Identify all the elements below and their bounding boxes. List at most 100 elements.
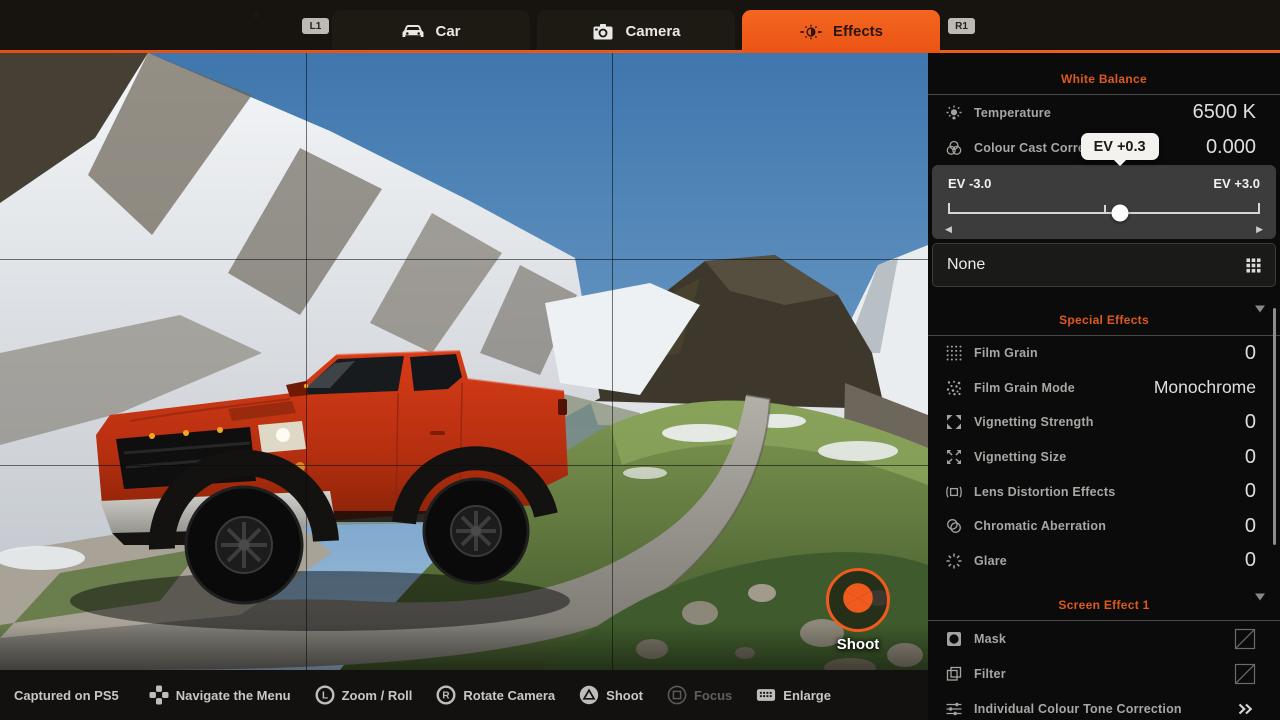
row-label: Filter — [974, 667, 1234, 681]
row-label: Glare — [974, 554, 1245, 568]
ev-max-label: EV +3.0 — [1213, 176, 1260, 191]
filter-icon — [944, 664, 964, 684]
hint-label: Navigate the Menu — [176, 688, 291, 703]
grid-line — [612, 53, 613, 670]
glare-icon — [944, 551, 964, 571]
effects-settings-panel: White Balance Temperature6500 KColour Ca… — [928, 53, 1280, 720]
white-balance-row-temperature[interactable]: Temperature6500 K — [928, 95, 1280, 130]
row-value: 0.000 — [1206, 136, 1256, 159]
tab-label: Effects — [833, 23, 883, 40]
ev-min-label: EV -3.0 — [948, 176, 991, 191]
touchpad-icon — [756, 685, 776, 705]
controller-hints: Navigate the Menu L Zoom / Roll RRotate Cam… — [149, 685, 831, 705]
special-effects-row-glare[interactable]: Glare0 — [928, 544, 1280, 579]
lens-distortion-icon — [944, 482, 964, 502]
row-value: 0 — [1245, 549, 1256, 572]
film-grain-icon — [944, 343, 964, 363]
row-label: Mask — [974, 632, 1234, 646]
scene-illustration — [0, 53, 928, 670]
captured-on-ps5-label: Captured on PS5 — [14, 688, 119, 703]
row-value: 6500 K — [1193, 101, 1256, 124]
collapse-caret-icon[interactable] — [1255, 305, 1265, 313]
panel-scrollbar[interactable] — [1273, 308, 1276, 545]
temperature-icon — [944, 103, 964, 123]
row-value: 0 — [1245, 411, 1256, 434]
row-label: Chromatic Aberration — [974, 519, 1245, 533]
ev-tick-max — [1258, 203, 1260, 214]
screen-effect-1-row-mask[interactable]: Mask — [928, 621, 1280, 656]
tone-correction-icon — [944, 699, 964, 719]
row-value: 0 — [1245, 342, 1256, 365]
screen-effect-1-row-individual-colour-tone-correction[interactable]: Individual Colour Tone Correction — [928, 691, 1280, 720]
section-title-special-effects: Special Effects — [1059, 313, 1149, 327]
row-label: Film Grain — [974, 346, 1245, 360]
grid-icon — [1246, 258, 1261, 273]
row-label: Temperature — [974, 106, 1193, 120]
ev-value-tooltip: EV +0.3 — [1081, 133, 1159, 160]
ev-decrease-arrow-icon[interactable]: ◀ — [945, 224, 952, 235]
hint-rotate-camera[interactable]: RRotate Camera — [436, 685, 555, 705]
row-label: Lens Distortion Effects — [974, 485, 1245, 499]
section-title-screen-effect-1: Screen Effect 1 — [1058, 598, 1149, 612]
section-screen-effect-1: Screen Effect 1 Mask Filter Individual Col… — [928, 578, 1280, 720]
triangle-button-icon — [579, 685, 599, 705]
hint-label: Shoot — [606, 688, 643, 703]
tab-car[interactable]: Car — [332, 10, 530, 53]
special-effects-row-chromatic-aberration[interactable]: Chromatic Aberration0 — [928, 509, 1280, 544]
special-effects-row-vignetting-size[interactable]: Vignetting Size0 — [928, 440, 1280, 475]
shoot-button[interactable] — [826, 568, 890, 632]
gt7-photo-mode-screen: L1 Car Camera Effects R1 — [0, 0, 1280, 720]
grid-line — [306, 53, 307, 670]
section-special-effects: Special Effects Film Grain0Film Grain Mo… — [928, 287, 1280, 578]
row-label: Individual Colour Tone Correction — [974, 702, 1234, 716]
chevrons-icon — [1234, 698, 1256, 720]
tab-label: Car — [435, 23, 460, 40]
l1-shoulder-badge: L1 — [302, 18, 329, 34]
tab-effects[interactable]: Effects — [742, 10, 940, 53]
ev-tick-min — [948, 203, 950, 214]
hint-label: Rotate Camera — [463, 688, 555, 703]
ev-tick-zero — [1104, 205, 1106, 214]
svg-text:L: L — [322, 691, 328, 702]
hint-label: Enlarge — [783, 688, 831, 703]
ev-increase-arrow-icon[interactable]: ▶ — [1256, 224, 1263, 235]
row-label: Vignetting Strength — [974, 415, 1245, 429]
row-value: 0 — [1245, 515, 1256, 538]
chromatic-aberration-icon — [944, 516, 964, 536]
section-white-balance: White Balance Temperature6500 KColour Ca… — [928, 53, 1280, 287]
hint-label: Zoom / Roll — [342, 688, 413, 703]
row-label: Film Grain Mode — [974, 381, 1154, 395]
grid-line — [0, 465, 928, 466]
special-effects-row-lens-distortion-effects[interactable]: Lens Distortion Effects0 — [928, 474, 1280, 509]
hint-zoom-roll[interactable]: L Zoom / Roll — [315, 685, 413, 705]
r1-shoulder-badge: R1 — [948, 18, 975, 34]
collapse-caret-icon[interactable] — [1255, 593, 1265, 601]
filter-preset-selector[interactable]: None — [932, 243, 1276, 287]
tab-label: Camera — [625, 23, 680, 40]
special-effects-row-film-grain-mode[interactable]: Film Grain ModeMonochrome — [928, 371, 1280, 406]
square-button-icon — [667, 685, 687, 705]
row-value: 0 — [1245, 446, 1256, 469]
grid-line — [0, 259, 928, 260]
camera-icon — [591, 22, 615, 42]
car-icon — [401, 22, 425, 42]
hint-enlarge[interactable]: Enlarge — [756, 685, 831, 705]
screen-effect-1-row-filter[interactable]: Filter — [928, 656, 1280, 691]
ev-value-text: EV +0.3 — [1094, 139, 1146, 155]
ev-slider-track[interactable] — [948, 212, 1260, 214]
tab-camera[interactable]: Camera — [537, 10, 735, 53]
hint-focus[interactable]: Focus — [667, 685, 732, 705]
colour-cast-icon — [944, 138, 964, 158]
hint-label: Focus — [694, 688, 732, 703]
row-value: Monochrome — [1154, 377, 1256, 398]
special-effects-row-film-grain[interactable]: Film Grain0 — [928, 336, 1280, 371]
ev-exposure-slider[interactable]: EV -3.0 EV +3.0 ◀ ▶ — [932, 165, 1276, 239]
top-tab-bar: L1 Car Camera Effects R1 — [0, 0, 1280, 53]
hint-shoot[interactable]: Shoot — [579, 685, 643, 705]
photo-viewport: Shoot — [0, 53, 928, 670]
special-effects-row-vignetting-strength[interactable]: Vignetting Strength0 — [928, 405, 1280, 440]
controller-hint-bar: Captured on PS5 Navigate the Menu L Zoom /… — [0, 670, 928, 720]
ev-slider-handle[interactable] — [1111, 205, 1128, 222]
left-stick-icon: L — [315, 685, 335, 705]
hint-navigate-the-menu[interactable]: Navigate the Menu — [149, 685, 291, 705]
